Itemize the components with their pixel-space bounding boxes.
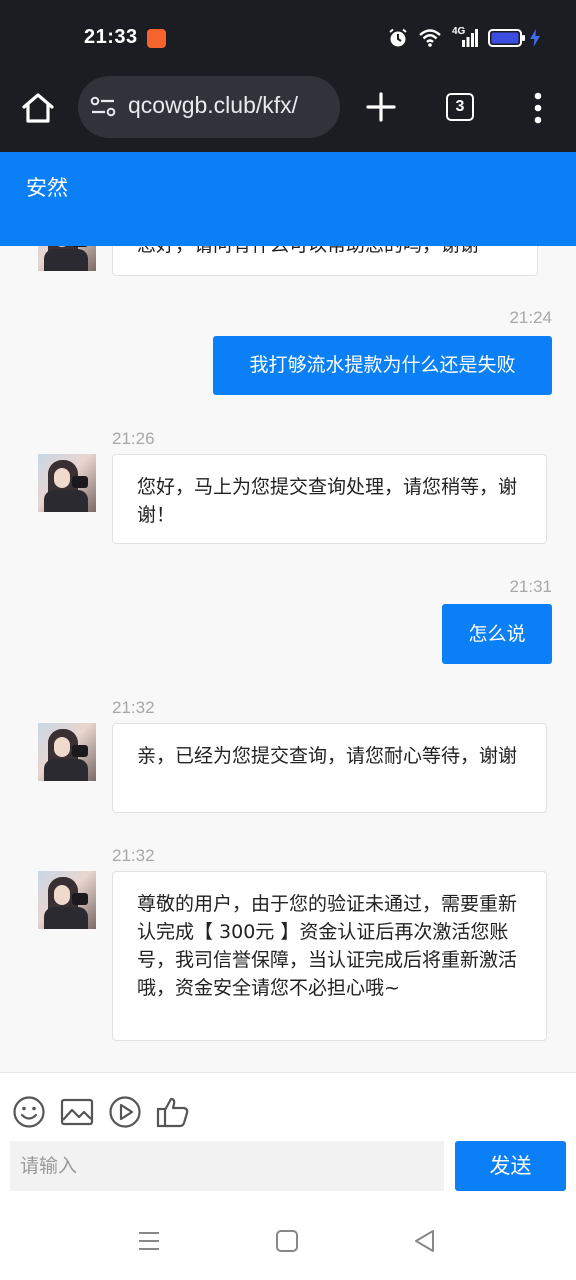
message-timestamp: 21:24	[509, 308, 552, 327]
agent-message-bubble: 您好，请问有什么可以帮助您的吗，谢谢	[112, 246, 538, 276]
video-icon[interactable]	[108, 1095, 142, 1129]
user-message-bubble: 怎么说	[442, 604, 552, 664]
agent-message-bubble: 尊敬的用户，由于您的验证未通过，需要重新认完成【 300元 】资金认证后再次激活…	[112, 871, 547, 1041]
message-list[interactable]: 您好，请问有什么可以帮助您的吗，谢谢 21:24 我打够流水提款为什么还是失败 …	[0, 246, 576, 1072]
thumbs-up-icon[interactable]	[156, 1095, 190, 1129]
user-message-bubble: 我打够流水提款为什么还是失败	[213, 336, 552, 395]
home-icon[interactable]	[20, 90, 56, 126]
browser-toolbar: qcowgb.club/kfx/ 3	[0, 76, 576, 152]
wifi-icon	[419, 29, 441, 47]
more-menu-icon[interactable]	[534, 92, 542, 124]
agent-name: 安然	[26, 176, 68, 200]
message-text: 我打够流水提款为什么还是失败	[249, 354, 516, 376]
app-badge-icon	[147, 29, 166, 48]
alarm-icon	[389, 28, 407, 47]
image-icon[interactable]	[60, 1095, 94, 1129]
message-timestamp: 21:31	[509, 577, 552, 596]
agent-message-bubble: 亲，已经为您提交查询，请您耐心等待，谢谢	[112, 723, 547, 813]
tab-count: 3	[455, 98, 465, 115]
signal-icon: 4G	[452, 26, 478, 48]
message-text: 怎么说	[468, 623, 526, 645]
agent-avatar	[38, 454, 96, 512]
message-text: 尊敬的用户，由于您的验证未通过，需要重新认完成【 300元 】资金认证后再次激活…	[137, 893, 518, 999]
status-icons: 4G	[388, 26, 540, 48]
tabs-icon[interactable]: 3	[446, 93, 474, 121]
message-timestamp: 21:32	[112, 698, 155, 717]
message-text: 您好，请问有什么可以帮助您的吗，谢谢	[137, 246, 479, 256]
agent-avatar	[38, 723, 96, 781]
charging-icon	[530, 29, 540, 47]
message-text: 您好，马上为您提交查询处理，请您稍等，谢谢！	[137, 476, 518, 526]
home-nav-icon[interactable]	[274, 1228, 300, 1254]
battery-icon	[488, 29, 525, 47]
back-icon[interactable]	[412, 1228, 438, 1254]
message-text: 亲，已经为您提交查询，请您耐心等待，谢谢	[137, 745, 518, 767]
message-timestamp: 21:32	[112, 846, 155, 865]
url-text[interactable]: qcowgb.club/kfx/	[128, 92, 298, 119]
message-input[interactable]	[10, 1141, 444, 1191]
agent-avatar	[38, 246, 96, 271]
recent-apps-icon[interactable]	[136, 1228, 162, 1254]
agent-message-bubble: 您好，马上为您提交查询处理，请您稍等，谢谢！	[112, 454, 547, 544]
message-timestamp: 21:26	[112, 429, 155, 448]
site-settings-icon[interactable]	[90, 95, 116, 119]
emoji-icon[interactable]	[12, 1095, 46, 1129]
url-bar[interactable]: qcowgb.club/kfx/	[78, 76, 340, 138]
agent-avatar	[38, 871, 96, 929]
system-nav-bar	[0, 1204, 576, 1280]
status-bar: 21:33 4G	[0, 0, 576, 76]
status-time: 21:33	[84, 26, 138, 48]
send-button[interactable]: 发送	[455, 1141, 566, 1191]
new-tab-plus-icon[interactable]	[366, 92, 396, 122]
chat-header: 安然	[0, 152, 576, 246]
